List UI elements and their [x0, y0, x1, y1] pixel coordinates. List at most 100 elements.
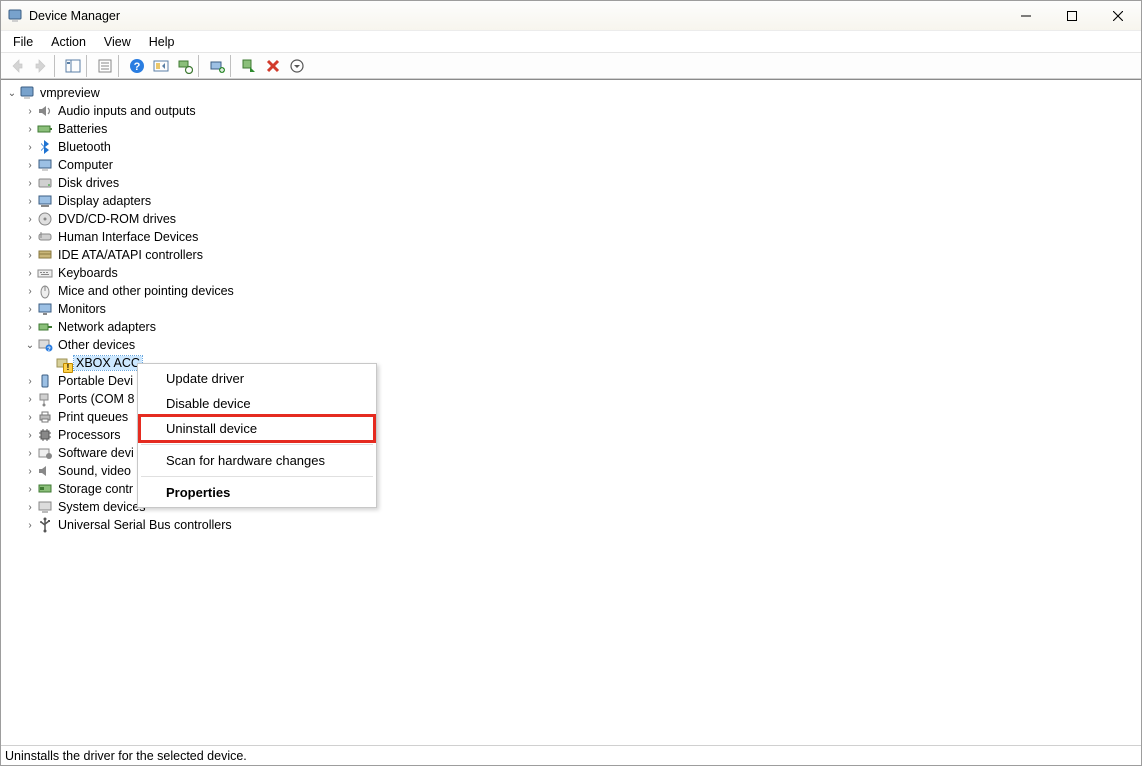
view-menu-icon[interactable] [285, 55, 309, 77]
chevron-right-icon[interactable]: › [23, 516, 37, 534]
context-menu: Update driver Disable device Uninstall d… [137, 363, 377, 508]
tree-node-label[interactable]: Portable Devi [56, 374, 135, 388]
chevron-right-icon[interactable]: › [23, 462, 37, 480]
bluetooth-icon [37, 139, 53, 155]
software-device-icon [37, 445, 53, 461]
tree-node-label[interactable]: Other devices [56, 338, 137, 352]
tree-node[interactable]: › Mice and other pointing devices [5, 282, 1137, 300]
properties-icon[interactable] [93, 55, 117, 77]
tree-node-label[interactable]: Computer [56, 158, 115, 172]
tree-node-label[interactable]: IDE ATA/ATAPI controllers [56, 248, 205, 262]
tree-node-label[interactable]: Software devi [56, 446, 136, 460]
tree-node-label[interactable]: Batteries [56, 122, 109, 136]
chevron-right-icon[interactable]: › [23, 480, 37, 498]
menu-file[interactable]: File [4, 33, 42, 51]
tree-node-label[interactable]: Universal Serial Bus controllers [56, 518, 234, 532]
ctx-uninstall-device[interactable]: Uninstall device [140, 416, 374, 441]
network-adapter-icon [37, 319, 53, 335]
status-text: Uninstalls the driver for the selected d… [5, 749, 247, 763]
ctx-properties[interactable]: Properties [140, 480, 374, 505]
update-driver-icon[interactable] [149, 55, 173, 77]
tree-node[interactable]: › Monitors [5, 300, 1137, 318]
tree-node[interactable]: › Computer [5, 156, 1137, 174]
chevron-right-icon[interactable]: › [23, 228, 37, 246]
tree-node-label[interactable]: Audio inputs and outputs [56, 104, 198, 118]
chevron-right-icon[interactable]: › [23, 282, 37, 300]
chevron-right-icon[interactable]: › [23, 102, 37, 120]
menu-view[interactable]: View [95, 33, 140, 51]
uninstall-device-icon[interactable] [261, 55, 285, 77]
scan-hardware-icon[interactable] [173, 55, 197, 77]
tree-node-label[interactable]: System devices [56, 500, 148, 514]
menu-action[interactable]: Action [42, 33, 95, 51]
tree-node[interactable]: › Keyboards [5, 264, 1137, 282]
tree-node[interactable]: › Universal Serial Bus controllers [5, 516, 1137, 534]
chevron-right-icon[interactable]: › [23, 426, 37, 444]
minimize-button[interactable] [1003, 1, 1049, 31]
tree-node[interactable]: ⌄?Other devices [5, 336, 1137, 354]
tree-node[interactable]: › Network adapters [5, 318, 1137, 336]
chevron-right-icon[interactable]: › [23, 372, 37, 390]
tree-node[interactable]: › Display adapters [5, 192, 1137, 210]
chevron-right-icon[interactable]: › [23, 390, 37, 408]
chevron-down-icon[interactable]: ⌄ [23, 336, 37, 354]
chevron-right-icon[interactable]: › [23, 318, 37, 336]
tree-node[interactable]: › Disk drives [5, 174, 1137, 192]
tree-node[interactable]: › Bluetooth [5, 138, 1137, 156]
tree-node-label[interactable]: Human Interface Devices [56, 230, 200, 244]
tree-node-label[interactable]: Sound, video [56, 464, 133, 478]
portable-device-icon [37, 373, 53, 389]
status-bar: Uninstalls the driver for the selected d… [1, 745, 1141, 765]
tree-node[interactable]: › Batteries [5, 120, 1137, 138]
toolbar-separator [54, 55, 60, 77]
tree-node[interactable]: › Audio inputs and outputs [5, 102, 1137, 120]
chevron-right-icon[interactable]: › [23, 300, 37, 318]
ctx-scan-hardware[interactable]: Scan for hardware changes [140, 448, 374, 473]
tree-node-label[interactable]: Disk drives [56, 176, 121, 190]
chevron-right-icon[interactable]: › [23, 174, 37, 192]
chevron-right-icon[interactable]: › [23, 138, 37, 156]
enable-device-icon[interactable] [237, 55, 261, 77]
tree-node[interactable]: › IDE ATA/ATAPI controllers [5, 246, 1137, 264]
tree-node[interactable]: › Human Interface Devices [5, 228, 1137, 246]
display-adapter-icon [37, 193, 53, 209]
tree-node-label[interactable]: XBOX ACC [74, 356, 142, 370]
mouse-icon [37, 283, 53, 299]
tree-node-label[interactable]: Processors [56, 428, 123, 442]
tree-node-label[interactable]: Monitors [56, 302, 108, 316]
tree-node-label[interactable]: Storage contr [56, 482, 135, 496]
tree-node-label[interactable]: DVD/CD-ROM drives [56, 212, 178, 226]
tree-node-label[interactable]: Mice and other pointing devices [56, 284, 236, 298]
chevron-right-icon[interactable]: › [23, 156, 37, 174]
chevron-right-icon[interactable]: › [23, 444, 37, 462]
menu-help[interactable]: Help [140, 33, 184, 51]
tree-node-label[interactable]: Keyboards [56, 266, 120, 280]
help-icon[interactable]: ? [125, 55, 149, 77]
tree-node-label[interactable]: Bluetooth [56, 140, 113, 154]
tree-node-label[interactable]: vmpreview [38, 86, 102, 100]
chevron-right-icon[interactable]: › [23, 246, 37, 264]
chevron-right-icon[interactable]: › [23, 408, 37, 426]
ctx-update-driver[interactable]: Update driver [140, 366, 374, 391]
add-legacy-hardware-icon[interactable] [205, 55, 229, 77]
tree-node-label[interactable]: Ports (COM 8 [56, 392, 136, 406]
chevron-right-icon[interactable]: › [23, 210, 37, 228]
close-button[interactable] [1095, 1, 1141, 31]
tree-node-label[interactable]: Display adapters [56, 194, 153, 208]
tree-node-label[interactable]: Print queues [56, 410, 130, 424]
forward-arrow-icon[interactable] [29, 55, 53, 77]
chevron-right-icon[interactable]: › [23, 120, 37, 138]
back-arrow-icon[interactable] [5, 55, 29, 77]
tree-node[interactable]: › DVD/CD-ROM drives [5, 210, 1137, 228]
ctx-disable-device[interactable]: Disable device [140, 391, 374, 416]
toolbar-separator [118, 55, 124, 77]
chevron-right-icon[interactable]: › [23, 498, 37, 516]
chevron-right-icon[interactable]: › [23, 192, 37, 210]
chevron-right-icon[interactable]: › [23, 264, 37, 282]
chevron-down-icon[interactable]: ⌄ [5, 84, 19, 102]
tree-node-label[interactable]: Network adapters [56, 320, 158, 334]
show-hide-console-tree-icon[interactable] [61, 55, 85, 77]
maximize-button[interactable] [1049, 1, 1095, 31]
tree-node[interactable]: ⌄ vmpreview [5, 84, 1137, 102]
battery-icon [37, 121, 53, 137]
